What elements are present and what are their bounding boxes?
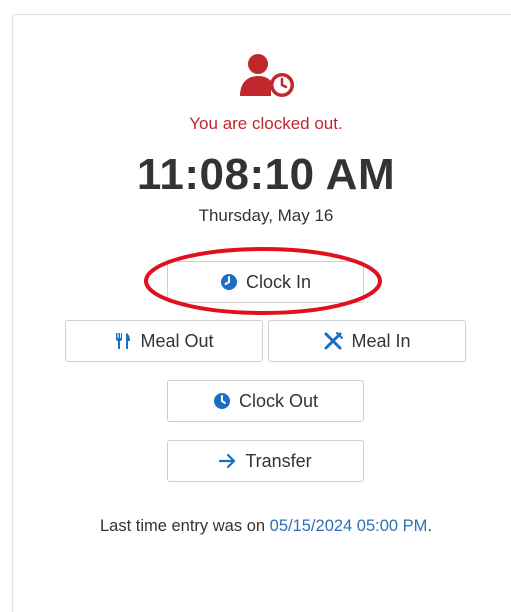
meal-out-label: Meal Out bbox=[140, 330, 214, 351]
clock-status-message: You are clocked out. bbox=[189, 114, 343, 133]
meal-in-button[interactable]: Meal In bbox=[268, 320, 466, 362]
fork-knife-icon bbox=[116, 333, 131, 349]
clock-icon bbox=[220, 274, 237, 290]
clock-icon bbox=[213, 393, 230, 409]
stage: You are clocked out. 11:08:10 AM Thursda… bbox=[0, 0, 511, 612]
last-entry-timestamp-link[interactable]: 05/15/2024 05:00 PM bbox=[270, 517, 428, 535]
transfer-label: Transfer bbox=[245, 450, 312, 471]
current-date: Thursday, May 16 bbox=[198, 206, 334, 225]
utensils-crossed-icon bbox=[324, 332, 344, 350]
last-entry-prefix: Last time entry was on bbox=[99, 517, 266, 535]
transfer-button[interactable]: Transfer bbox=[167, 440, 364, 482]
user-clock-icon bbox=[240, 54, 294, 97]
last-time-entry: Last time entry was on 05/15/2024 05:00 … bbox=[0, 517, 511, 536]
last-entry-suffix: . bbox=[427, 517, 433, 535]
clock-out-label: Clock Out bbox=[238, 390, 319, 411]
clock-in-label: Clock In bbox=[245, 271, 312, 292]
clock-out-button[interactable]: Clock Out bbox=[167, 380, 364, 422]
current-time: 11:08:10 AM bbox=[136, 150, 396, 199]
clock-in-button[interactable]: Clock In bbox=[167, 261, 364, 303]
meal-in-label: Meal In bbox=[351, 330, 411, 351]
meal-out-button[interactable]: Meal Out bbox=[65, 320, 263, 362]
arrow-right-icon bbox=[219, 453, 236, 469]
